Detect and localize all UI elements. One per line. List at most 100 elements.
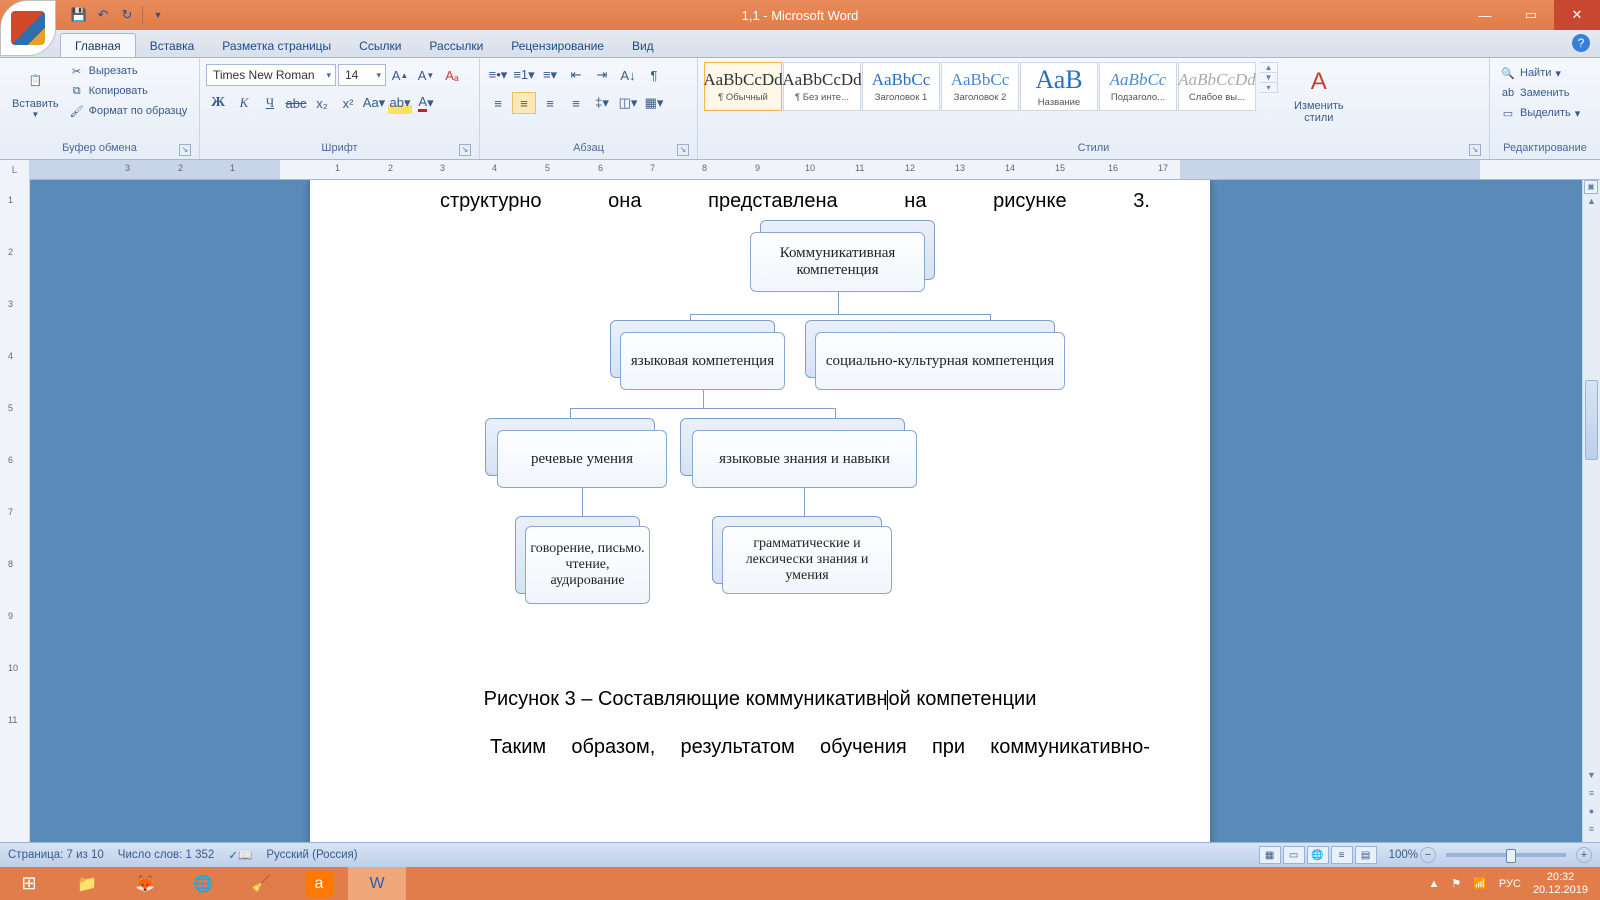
avast-icon[interactable]: a — [305, 871, 333, 897]
format-painter-button[interactable]: 🖌Формат по образцу — [65, 102, 192, 120]
font-name-combo[interactable]: Times New Roman — [206, 64, 336, 86]
diagram-node[interactable]: грамматические и лексически знания и уме… — [722, 526, 892, 594]
redo-icon[interactable]: ↻ — [118, 6, 136, 24]
document-area[interactable]: структурно она представлена на рисунке 3… — [30, 180, 1600, 842]
chrome-icon[interactable]: 🌐 — [174, 867, 232, 900]
action-center-icon[interactable]: ⚑ — [1451, 877, 1461, 890]
bullets-button[interactable]: ≡•▾ — [486, 64, 510, 86]
vertical-ruler[interactable]: 1234567891011 — [0, 180, 30, 842]
diagram-node[interactable]: Коммуникативная компетенция — [750, 232, 925, 292]
select-button[interactable]: ▭Выделить ▾ — [1496, 104, 1584, 122]
tray-overflow-icon[interactable]: ▲ — [1428, 878, 1439, 890]
network-icon[interactable]: 📶 — [1473, 877, 1487, 890]
input-language[interactable]: РУС — [1499, 878, 1521, 890]
tab-page-layout[interactable]: Разметка страницы — [208, 34, 345, 57]
tab-view[interactable]: Вид — [618, 34, 668, 57]
text-line[interactable]: структурно она представлена на рисунке 3… — [440, 190, 1150, 213]
diagram-node[interactable]: языковые знания и навыки — [692, 430, 917, 488]
zoom-in-button[interactable]: + — [1576, 847, 1592, 863]
word-taskbar-icon[interactable]: W — [348, 867, 406, 900]
tab-mailings[interactable]: Рассылки — [415, 34, 497, 57]
strikethrough-button[interactable]: abc — [284, 92, 308, 114]
replace-button[interactable]: abЗаменить — [1496, 84, 1584, 102]
sort-button[interactable]: A↓ — [616, 64, 640, 86]
print-layout-view-button[interactable]: ▦ — [1259, 846, 1281, 864]
file-explorer-icon[interactable]: 📁 — [58, 867, 116, 900]
zoom-out-button[interactable]: − — [1420, 847, 1436, 863]
full-screen-view-button[interactable]: ▭ — [1283, 846, 1305, 864]
find-button[interactable]: 🔍Найти ▾ — [1496, 64, 1584, 82]
tab-references[interactable]: Ссылки — [345, 34, 415, 57]
text-line[interactable]: Таким образом, результатом обучения при … — [490, 736, 1150, 759]
paragraph-dialog-launcher[interactable]: ↘ — [677, 144, 689, 156]
status-words[interactable]: Число слов: 1 352 — [118, 849, 215, 861]
save-icon[interactable]: 💾 — [70, 6, 88, 24]
font-size-combo[interactable]: 14 — [338, 64, 386, 86]
close-button[interactable]: ✕ — [1554, 0, 1600, 30]
office-button[interactable] — [0, 0, 56, 56]
tab-selector[interactable]: L — [0, 160, 30, 180]
scroll-up-icon[interactable]: ▲ — [1583, 196, 1600, 214]
style-item[interactable]: AaBbCcDdСлабое вы... — [1178, 62, 1256, 111]
style-item[interactable]: AaBbCcЗаголовок 2 — [941, 62, 1019, 111]
zoom-slider[interactable] — [1446, 853, 1566, 857]
clipboard-dialog-launcher[interactable]: ↘ — [179, 144, 191, 156]
tab-insert[interactable]: Вставка — [136, 34, 209, 57]
figure-caption[interactable]: Рисунок 3 – Составляющие коммуникативной… — [310, 688, 1210, 711]
underline-button[interactable]: Ч — [258, 92, 282, 114]
tray-clock[interactable]: 20:32 20.12.2019 — [1533, 871, 1588, 897]
browse-object-icon[interactable]: ● — [1583, 806, 1600, 824]
style-gallery-scroll[interactable]: ▲▼▾ — [1260, 62, 1278, 93]
ccleaner-icon[interactable]: 🧹 — [232, 867, 290, 900]
tab-home[interactable]: Главная — [60, 33, 136, 57]
justify-button[interactable]: ≡ — [564, 92, 588, 114]
paste-button[interactable]: 📋 Вставить ▼ — [6, 60, 65, 123]
horizontal-ruler[interactable]: 3211234567891011121314151617 — [30, 160, 1600, 179]
bold-button[interactable]: Ж — [206, 92, 230, 114]
superscript-button[interactable]: x² — [336, 92, 360, 114]
change-case-button[interactable]: Aa▾ — [362, 92, 386, 114]
outline-view-button[interactable]: ≡ — [1331, 846, 1353, 864]
line-spacing-button[interactable]: ‡▾ — [590, 92, 614, 114]
decrease-indent-button[interactable]: ⇤ — [564, 64, 588, 86]
styles-dialog-launcher[interactable]: ↘ — [1469, 144, 1481, 156]
style-item[interactable]: AaBbCcDd¶ Обычный — [704, 62, 782, 111]
zoom-level[interactable]: 100% — [1389, 849, 1418, 861]
subscript-button[interactable]: x₂ — [310, 92, 334, 114]
status-page[interactable]: Страница: 7 из 10 — [8, 849, 104, 861]
show-marks-button[interactable]: ¶ — [642, 64, 666, 86]
align-left-button[interactable]: ≡ — [486, 92, 510, 114]
shrink-font-button[interactable]: A▼ — [414, 64, 438, 86]
status-language[interactable]: Русский (Россия) — [266, 849, 357, 861]
style-item[interactable]: AaBbCcЗаголовок 1 — [862, 62, 940, 111]
diagram-node[interactable]: языковая компетенция — [620, 332, 785, 390]
browse-next-icon[interactable]: ≡ — [1583, 824, 1600, 842]
italic-button[interactable]: К — [232, 92, 256, 114]
tab-review[interactable]: Рецензирование — [497, 34, 618, 57]
shading-button[interactable]: ◫▾ — [616, 92, 640, 114]
draft-view-button[interactable]: ▤ — [1355, 846, 1377, 864]
font-color-button[interactable]: A▾ — [414, 92, 438, 114]
start-button[interactable]: ⊞ — [0, 867, 58, 900]
borders-button[interactable]: ▦▾ — [642, 92, 666, 114]
undo-icon[interactable]: ↶ — [94, 6, 112, 24]
browse-prev-icon[interactable]: ≡ — [1583, 788, 1600, 806]
multilevel-button[interactable]: ≡▾ — [538, 64, 562, 86]
spellcheck-icon[interactable]: ✓📖 — [228, 848, 252, 862]
firefox-icon[interactable]: 🦊 — [116, 867, 174, 900]
web-layout-view-button[interactable]: 🌐 — [1307, 846, 1329, 864]
cut-button[interactable]: ✂Вырезать — [65, 62, 192, 80]
increase-indent-button[interactable]: ⇥ — [590, 64, 614, 86]
scroll-thumb[interactable] — [1585, 380, 1598, 460]
change-styles-button[interactable]: A Изменить стили — [1288, 62, 1350, 128]
diagram-node[interactable]: речевые умения — [497, 430, 667, 488]
smartart-diagram[interactable]: Коммуникативная компетенция языковая ком… — [460, 220, 1080, 650]
align-center-button[interactable]: ≡ — [512, 92, 536, 114]
numbering-button[interactable]: ≡1▾ — [512, 64, 536, 86]
diagram-node[interactable]: говорение, письмо. чтение, аудирование — [525, 526, 650, 604]
font-dialog-launcher[interactable]: ↘ — [459, 144, 471, 156]
help-icon[interactable]: ? — [1572, 34, 1590, 52]
scroll-down-icon[interactable]: ▼ — [1583, 770, 1600, 788]
ruler-toggle-icon[interactable]: ▣ — [1584, 180, 1598, 194]
clear-formatting-button[interactable]: Aₐ — [440, 64, 464, 86]
